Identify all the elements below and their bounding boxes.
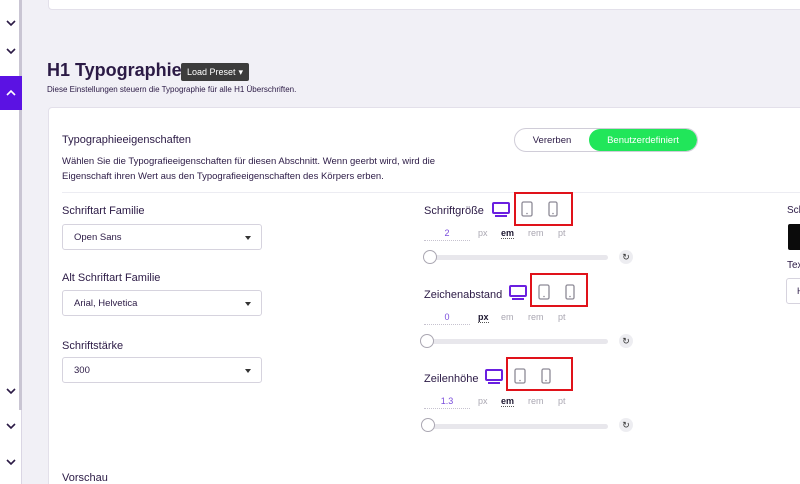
line-height-label: Zeilenhöhe	[424, 373, 479, 385]
chevron-down-icon[interactable]	[0, 8, 22, 38]
font-size-value-input[interactable]: 2	[424, 228, 470, 241]
alt-font-family-label: Alt Schriftart Familie	[62, 272, 161, 284]
letter-spacing-value-input[interactable]: 0	[424, 312, 470, 325]
unit-pt[interactable]: pt	[558, 312, 566, 322]
letter-spacing-label: Zeichenabstand	[424, 289, 503, 301]
section-description: Diese Einstellungen steuern die Typograp…	[47, 85, 297, 94]
unit-rem[interactable]: rem	[528, 312, 544, 322]
unit-rem[interactable]: rem	[528, 396, 544, 406]
caret-down-icon	[245, 302, 251, 306]
properties-title: Typographieeigenschaften	[62, 134, 192, 146]
font-family-select[interactable]: Open Sans	[62, 224, 262, 250]
unit-rem[interactable]: rem	[528, 228, 544, 238]
properties-description: Wählen Sie die Typografieeigenschaften f…	[62, 156, 436, 182]
font-weight-select[interactable]: 300	[62, 357, 262, 383]
cutoff-label-middle: Tex	[787, 260, 800, 271]
highlight-box	[514, 192, 573, 226]
unit-pt[interactable]: pt	[558, 228, 566, 238]
reset-icon[interactable]: ↻	[619, 250, 633, 264]
caret-down-icon	[245, 369, 251, 373]
line-height-slider-track[interactable]	[428, 424, 608, 429]
reset-icon[interactable]: ↻	[619, 418, 633, 432]
desktop-icon[interactable]	[485, 369, 503, 385]
load-preset-label: Load Preset	[187, 67, 236, 77]
highlight-box	[530, 273, 588, 307]
chevron-up-icon[interactable]	[0, 76, 22, 110]
unit-px[interactable]: px	[478, 312, 489, 323]
unit-pt[interactable]: pt	[558, 396, 566, 406]
alt-font-family-select[interactable]: Arial, Helvetica	[62, 290, 262, 316]
load-preset-button[interactable]: Load Preset ▾	[181, 63, 250, 81]
toggle-inherit-option[interactable]: Vererben	[515, 129, 589, 151]
font-weight-value: 300	[74, 364, 90, 376]
line-height-slider-handle[interactable]	[421, 418, 435, 432]
desktop-icon[interactable]	[509, 285, 527, 301]
chevron-down-icon[interactable]	[0, 36, 22, 66]
font-family-value: Open Sans	[74, 231, 122, 243]
alt-font-family-value: Arial, Helvetica	[74, 297, 138, 309]
desktop-icon[interactable]	[492, 202, 510, 218]
cutoff-select[interactable]: H	[786, 278, 800, 304]
caret-down-icon	[245, 236, 251, 240]
font-size-slider-track[interactable]	[428, 255, 608, 260]
unit-px[interactable]: px	[478, 396, 488, 406]
divider	[62, 192, 800, 193]
previous-section-card	[48, 0, 800, 10]
preview-label: Vorschau	[62, 472, 108, 484]
caret-down-icon: ▾	[238, 66, 244, 77]
unit-px[interactable]: px	[478, 228, 488, 238]
unit-em[interactable]: em	[501, 396, 515, 407]
color-swatch[interactable]	[788, 224, 800, 250]
font-size-label: Schriftgröße	[424, 205, 484, 217]
letter-spacing-slider-handle[interactable]	[420, 334, 434, 348]
toggle-custom-option[interactable]: Benutzerdefiniert	[589, 129, 697, 151]
unit-em[interactable]: em	[501, 312, 514, 322]
font-weight-label: Schriftstärke	[62, 340, 124, 352]
left-rail	[0, 0, 22, 484]
cutoff-label-top: Sch	[787, 205, 800, 216]
chevron-down-icon[interactable]	[0, 411, 22, 441]
chevron-down-icon[interactable]	[0, 447, 22, 477]
line-height-value-input[interactable]: 1.3	[424, 396, 470, 409]
section-title: H1 Typographie	[47, 60, 182, 80]
inherit-custom-toggle: Vererben Benutzerdefiniert	[514, 128, 698, 152]
highlight-box	[506, 357, 573, 391]
reset-icon[interactable]: ↻	[619, 334, 633, 348]
chevron-down-icon[interactable]	[0, 376, 22, 406]
font-family-label: Schriftart Familie	[62, 205, 145, 217]
font-size-slider-handle[interactable]	[423, 250, 437, 264]
letter-spacing-slider-track[interactable]	[428, 339, 608, 344]
unit-em[interactable]: em	[501, 228, 515, 239]
